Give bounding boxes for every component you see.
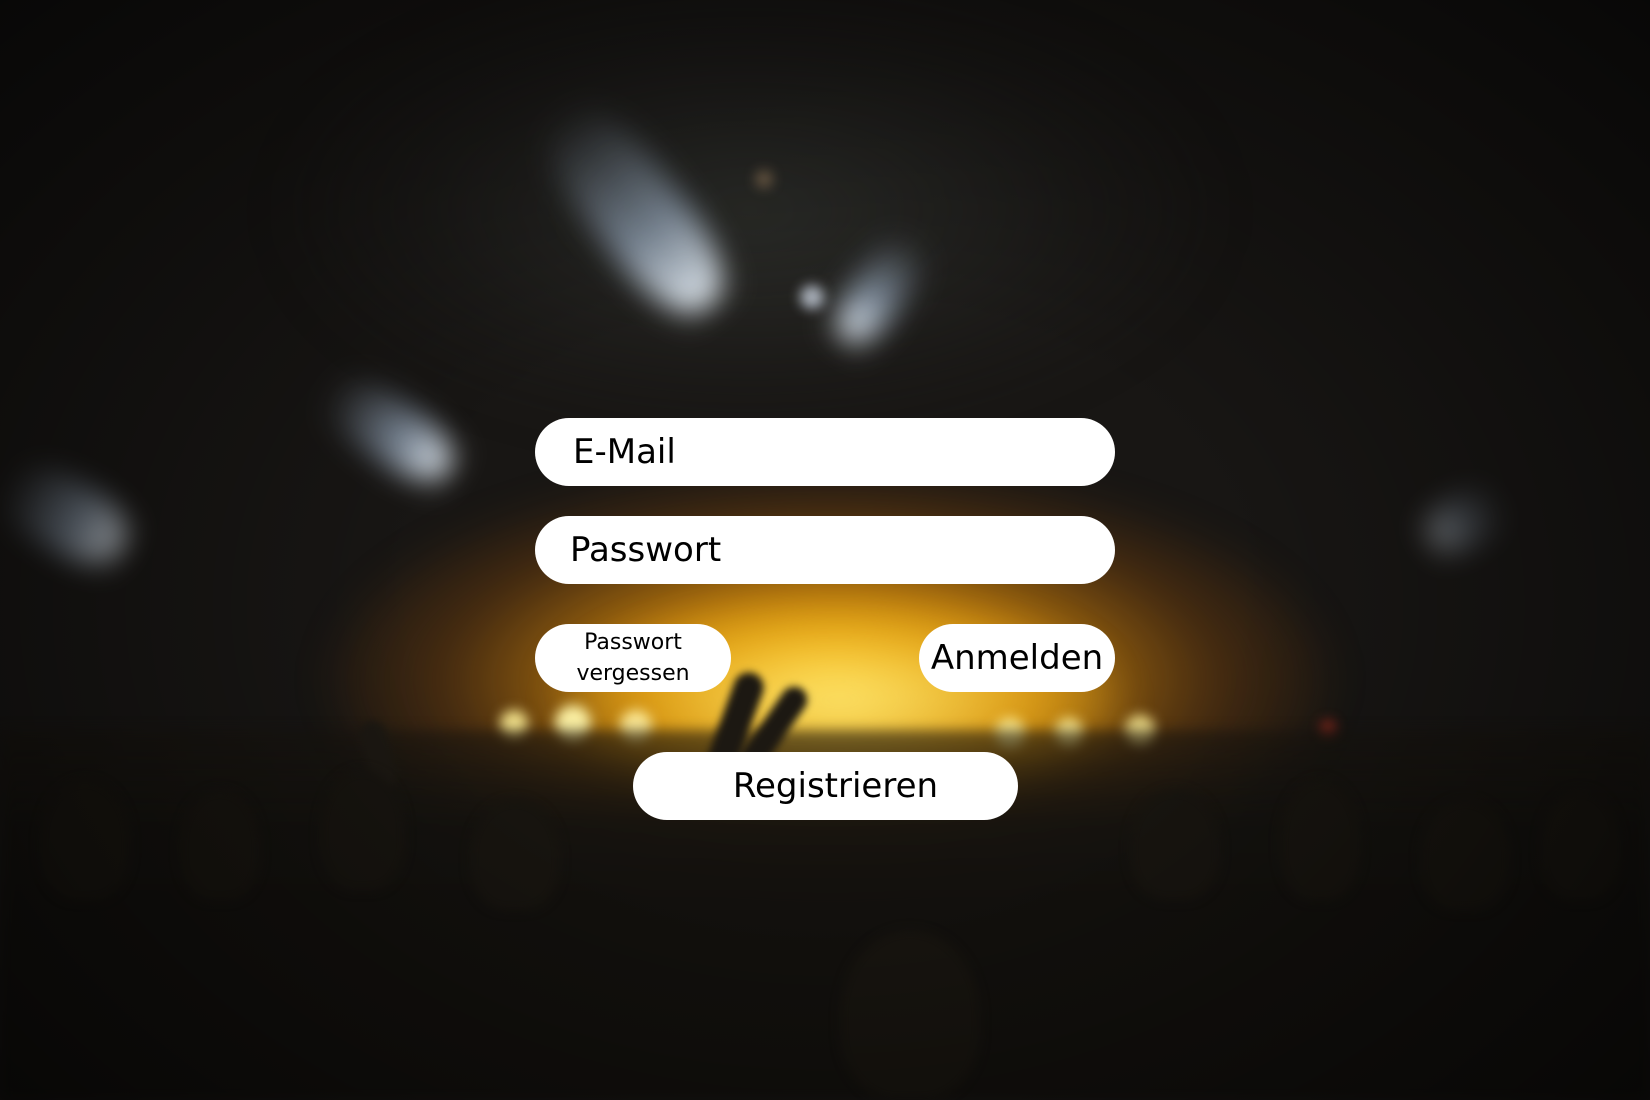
email-field[interactable]: E-Mail <box>535 418 1115 486</box>
login-screen: E-Mail Passwort Passwort vergessen Anmel… <box>0 0 1650 1100</box>
forgot-password-button[interactable]: Passwort vergessen <box>535 624 731 692</box>
email-placeholder: E-Mail <box>573 432 676 472</box>
password-field[interactable]: Passwort <box>535 516 1115 584</box>
password-placeholder: Passwort <box>570 530 722 570</box>
login-button[interactable]: Anmelden <box>919 624 1115 692</box>
register-button[interactable]: Registrieren <box>633 752 1018 820</box>
forgot-password-label: Passwort vergessen <box>543 627 723 689</box>
login-button-label: Anmelden <box>930 638 1104 678</box>
register-button-label: Registrieren <box>732 766 939 806</box>
forgot-password-line-1: Passwort <box>584 630 682 655</box>
forgot-password-line-2: vergessen <box>576 661 690 686</box>
